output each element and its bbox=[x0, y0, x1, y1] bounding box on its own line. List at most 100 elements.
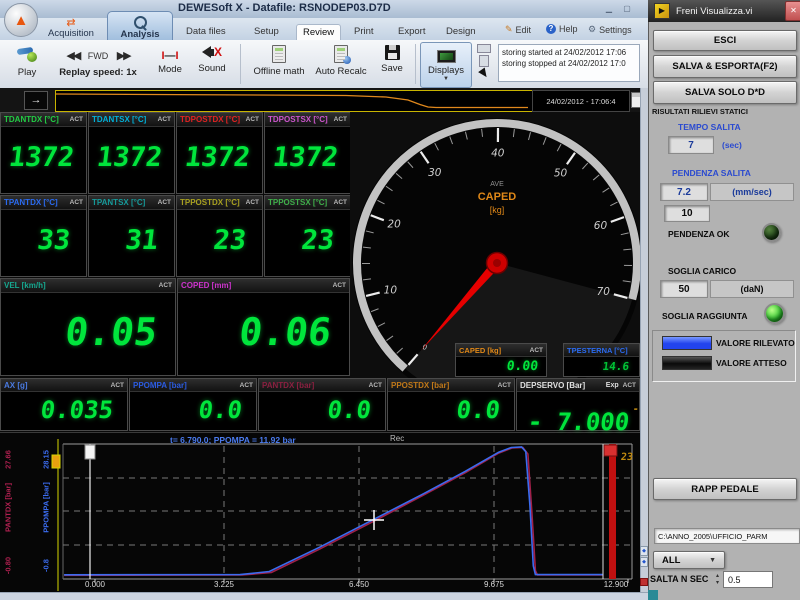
valore-atteso-label: VALORE ATTESO bbox=[716, 358, 787, 368]
display-tdpostsx: TDPOSTSX [°C] ACT 1372 bbox=[264, 112, 351, 194]
gauge-channel-label: CAPED bbox=[452, 191, 542, 203]
displays-button[interactable]: Displays ▼ bbox=[420, 42, 472, 88]
rapp-pedale-button[interactable]: RAPP PEDALE bbox=[653, 478, 797, 500]
restore-icon[interactable]: ▢ bbox=[620, 3, 634, 14]
forward-icon[interactable]: ▶▶ bbox=[117, 50, 130, 62]
act-badge: ACT bbox=[70, 199, 83, 206]
menu-help[interactable]: ?Help bbox=[546, 24, 578, 34]
all-dropdown[interactable]: ALL ▼ bbox=[653, 551, 725, 569]
channel-name: PANTDX [bar] bbox=[262, 381, 314, 390]
timeline-trace bbox=[56, 91, 530, 109]
salta-n-sec-field[interactable]: 0.5 bbox=[723, 571, 773, 588]
status-line-2: storing stopped at 24/02/2012 17:0 bbox=[502, 58, 636, 69]
salva-solo-button[interactable]: SALVA SOLO D*D bbox=[653, 81, 797, 104]
left-marker-handle[interactable] bbox=[85, 445, 95, 459]
fwd-label: FWD bbox=[88, 51, 109, 61]
menu-print[interactable]: Print bbox=[348, 24, 380, 39]
gear-icon: ⚙ bbox=[588, 24, 596, 35]
soglia-carico-field[interactable]: 50 bbox=[660, 280, 708, 298]
menu-export[interactable]: Export bbox=[392, 24, 431, 39]
play-button[interactable]: Play bbox=[10, 46, 44, 78]
minimize-icon[interactable]: ▁ bbox=[602, 3, 616, 14]
display-value: 0.0 bbox=[386, 392, 516, 428]
auto-recalc-button[interactable]: Auto Recalc bbox=[312, 45, 370, 77]
channel-name: TPANTSX [°C] bbox=[92, 198, 145, 207]
x-tick-0: 0.000 bbox=[73, 580, 117, 589]
display-tppostdx: TPPOSTDX [°C]ACT 23 bbox=[176, 195, 263, 277]
caped-gauge: 010203040506070 bbox=[350, 112, 640, 378]
act-badge: ACT bbox=[334, 116, 347, 123]
act-badge: ACT bbox=[158, 116, 171, 123]
channel-name: TDPOSTSX [°C] bbox=[268, 115, 328, 124]
mode-icon: I—I bbox=[161, 50, 178, 62]
display-ppostdx: PPOSTDX [bar]ACT 0.0 bbox=[387, 378, 515, 431]
play-label: Play bbox=[10, 67, 44, 78]
play-icon bbox=[17, 46, 37, 62]
esci-button[interactable]: ESCI bbox=[653, 30, 797, 51]
display-tdantdx: TDANTDX [°C]ACT 1372 bbox=[0, 112, 87, 194]
tab-acquisition[interactable]: ⇄ Acquisition bbox=[38, 12, 104, 41]
scroll-down-button[interactable]: ◆ bbox=[640, 557, 648, 567]
screen: DEWESoft X - Datafile: RSNODEP03.D7D ▁ ▢… bbox=[0, 0, 800, 600]
cursor-readout: t= 6.790.0; PPOMPA = 11.92 bar bbox=[170, 435, 296, 445]
display-value: 23 bbox=[173, 210, 266, 272]
pencil-icon: ✎ bbox=[505, 24, 513, 35]
menu-design[interactable]: Design bbox=[440, 24, 482, 39]
status-log: storing started at 24/02/2012 17:06 stor… bbox=[498, 44, 640, 82]
display-tpesterna: TPESTERNA [°C] 14.6 bbox=[563, 343, 640, 377]
timeline-arrow-button[interactable]: → bbox=[24, 91, 48, 110]
display-tppostsx: TPPOSTSX [°C]ACT 23 bbox=[264, 195, 351, 277]
channel-name: COPED [mm] bbox=[181, 281, 231, 290]
window-title: DEWESoft X - Datafile: RSNODEP03.D7D bbox=[178, 2, 391, 14]
menu-setup[interactable]: Setup bbox=[248, 24, 285, 39]
sound-button[interactable]: X Sound bbox=[192, 45, 232, 74]
scroll-up-button[interactable]: ◆ bbox=[640, 546, 648, 556]
salta-n-sec-label: SALTA N SEC bbox=[650, 574, 708, 584]
pantdx-axis-min: -0.80 bbox=[4, 531, 13, 600]
display-value: 1372 bbox=[261, 127, 354, 189]
rewind-icon[interactable]: ◀◀ bbox=[66, 50, 79, 62]
act-badge: ACT bbox=[246, 199, 259, 206]
menu-review[interactable]: Review bbox=[296, 24, 341, 40]
svg-text:70: 70 bbox=[597, 286, 611, 298]
display-value: 1372 bbox=[0, 127, 90, 189]
offline-math-button[interactable]: Offline math bbox=[250, 45, 308, 77]
channel-name: TDANTDX [°C] bbox=[4, 115, 59, 124]
status-line-1: storing started at 24/02/2012 17:06 bbox=[502, 47, 636, 58]
path-field[interactable]: C:\ANNO_2005\UFFICIO_PARM bbox=[654, 528, 800, 544]
display-value: 31 bbox=[85, 210, 178, 272]
channel-name: CAPED [kg] bbox=[459, 346, 501, 355]
device-icon[interactable] bbox=[479, 55, 489, 67]
salva-esporta-button[interactable]: SALVA & ESPORTA(F2) bbox=[653, 55, 797, 78]
salta-spinner[interactable]: ▴▾ bbox=[713, 571, 722, 588]
channel-name: PPOSTDX [bar] bbox=[391, 381, 449, 390]
pendenza-threshold-field[interactable]: 10 bbox=[664, 205, 710, 222]
svg-text:60: 60 bbox=[594, 220, 608, 232]
mode-button[interactable]: I—I Mode bbox=[152, 46, 188, 75]
timeline-overview[interactable] bbox=[55, 90, 533, 112]
valore-atteso-swatch bbox=[662, 356, 712, 370]
panel-corner bbox=[648, 590, 658, 600]
menu-data-files[interactable]: Data files bbox=[180, 24, 232, 39]
pendenza-salita-field[interactable]: 7.2 bbox=[660, 183, 708, 201]
screen-icon[interactable] bbox=[477, 44, 491, 53]
mode-label: Mode bbox=[152, 64, 188, 75]
display-tdpostdx: TDPOSTDX [°C]ACT 1372 bbox=[176, 112, 263, 194]
scroll-stop-button[interactable] bbox=[640, 578, 648, 586]
offline-math-label: Offline math bbox=[253, 66, 304, 77]
tempo-salita-field[interactable]: 7 bbox=[668, 136, 714, 154]
save-button[interactable]: Save bbox=[372, 45, 412, 74]
display-pantdx: PANTDX [bar]ACT 0.0 bbox=[258, 378, 386, 431]
yellow-cursor-flag[interactable] bbox=[52, 455, 60, 468]
close-icon[interactable]: ✕ bbox=[785, 1, 800, 21]
act-badge: ACT bbox=[530, 347, 543, 354]
menu-edit[interactable]: ✎Edit bbox=[505, 24, 531, 35]
act-badge: ACT bbox=[246, 116, 259, 123]
window-bottom-edge bbox=[0, 592, 648, 600]
gauge-unit-label: [kg] bbox=[452, 205, 542, 215]
menu-settings[interactable]: ⚙Settings bbox=[588, 24, 632, 35]
tab-analysis[interactable]: Analysis bbox=[107, 11, 173, 42]
display-value: 0.05 bbox=[0, 293, 180, 371]
sound-label: Sound bbox=[192, 63, 232, 74]
dewesoft-logo-icon: ▲ bbox=[4, 3, 38, 37]
